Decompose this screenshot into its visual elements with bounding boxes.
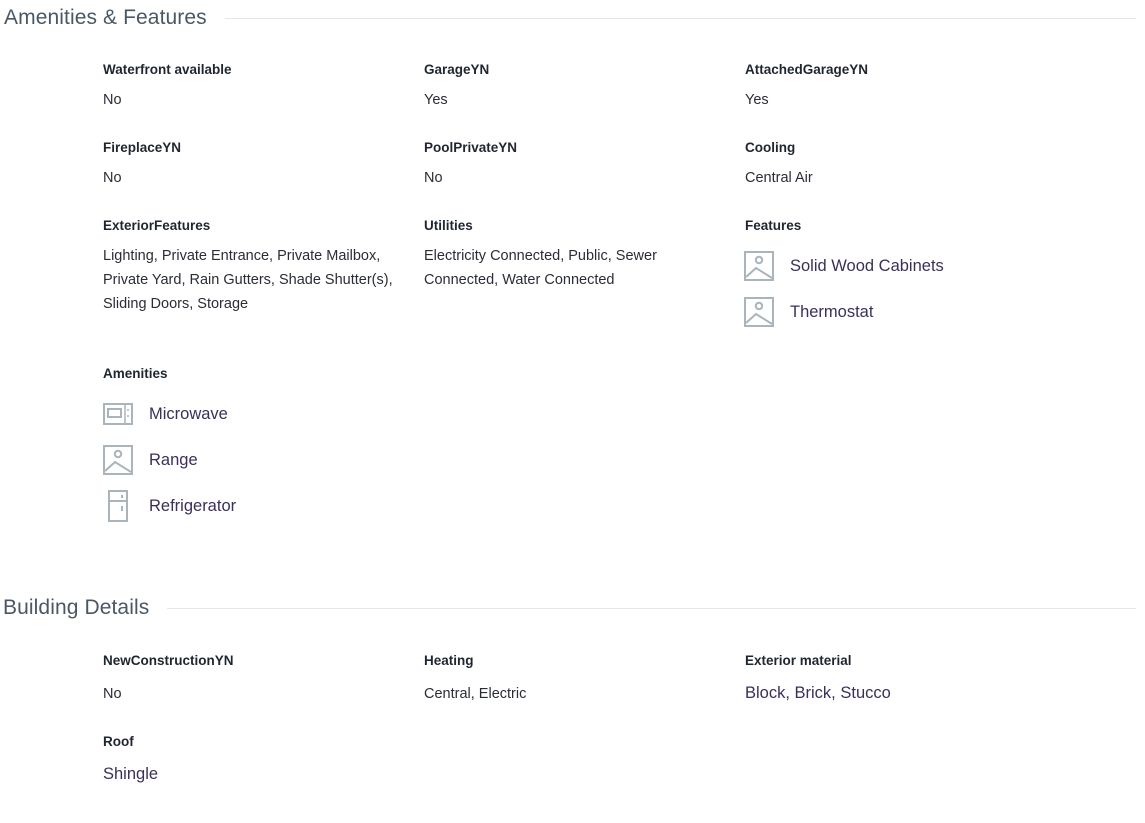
field-value: No <box>103 92 122 108</box>
field-value: Block, Brick, Stucco <box>745 684 891 702</box>
amenity-item: Range <box>103 443 198 477</box>
field-label: Cooling <box>745 140 796 155</box>
field-value: Shingle <box>103 765 159 783</box>
field-value: No <box>103 170 122 186</box>
building-section-header: Building Details <box>0 594 1136 622</box>
field-value: Central Air <box>745 170 813 186</box>
microwave-icon <box>103 398 133 430</box>
field-label: Waterfront available <box>103 62 232 77</box>
field-value: No <box>424 170 443 186</box>
field-label: Amenities <box>103 366 168 381</box>
field-label: Exterior material <box>745 653 852 668</box>
field-label: Features <box>745 218 802 233</box>
field-label: PoolPrivateYN <box>424 140 518 155</box>
amenity-label: Range <box>149 450 198 469</box>
field-value: No <box>103 686 122 702</box>
field-value: Central, Electric <box>424 686 527 702</box>
section-divider <box>224 17 1136 19</box>
feature-label: Solid Wood Cabinets <box>790 256 944 275</box>
image-placeholder-icon <box>744 250 774 282</box>
feature-item: Solid Wood Cabinets <box>744 249 944 283</box>
field-value: Yes <box>424 92 448 108</box>
field-label: GarageYN <box>424 62 490 77</box>
amenity-item: Microwave <box>103 397 228 431</box>
field-label: NewConstructionYN <box>103 653 234 668</box>
field-label: Utilities <box>424 218 473 233</box>
section-divider <box>167 607 1136 609</box>
feature-label: Thermostat <box>790 302 874 321</box>
field-label: ExteriorFeatures <box>103 218 211 233</box>
feature-item: Thermostat <box>744 295 873 329</box>
amenities-section-header: Amenities & Features <box>0 4 1136 32</box>
field-value: Lighting, Private Entrance, Private Mail… <box>103 248 393 312</box>
amenity-item: Refrigerator <box>103 489 236 523</box>
field-label: Heating <box>424 653 474 668</box>
refrigerator-icon <box>103 490 133 522</box>
field-value: Yes <box>745 92 769 108</box>
building-section-title: Building Details <box>3 596 150 619</box>
image-placeholder-icon <box>744 296 774 328</box>
amenity-label: Refrigerator <box>149 496 237 515</box>
amenities-section-title: Amenities & Features <box>4 6 207 29</box>
image-placeholder-icon <box>103 444 133 476</box>
amenity-label: Microwave <box>149 404 228 423</box>
field-label: FireplaceYN <box>103 140 182 155</box>
field-label: Roof <box>103 734 134 749</box>
field-value: Electricity Connected, Public, Sewer Con… <box>424 248 657 288</box>
field-label: AttachedGarageYN <box>745 62 869 77</box>
